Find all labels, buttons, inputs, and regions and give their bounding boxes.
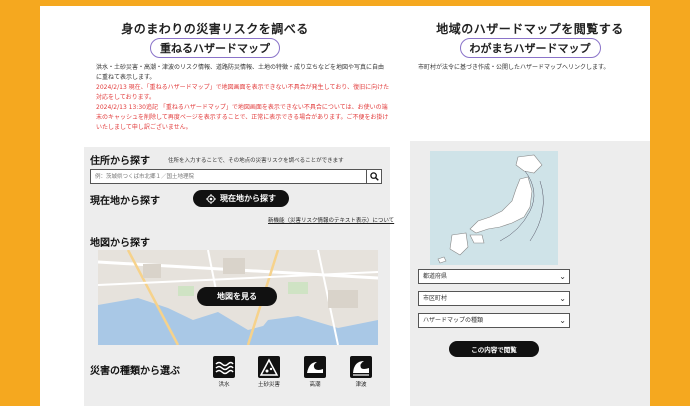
hazard-caption: 高潮 — [309, 382, 321, 388]
hazard-map-type-select[interactable]: ハザードマップの種類 ⌄ — [418, 313, 570, 328]
notice-text: 2024/2/13 現在、「重ねるハザードマップ」で地図画面を表示できない不具合… — [96, 83, 390, 133]
chevron-down-icon: ⌄ — [559, 316, 566, 325]
local-hazard-section: 地域のハザードマップを閲覧する わがまちハザードマップ 市町村が法令に基づき作成… — [410, 6, 650, 406]
notice-line: 2024/2/13 13:30追記 「重ねるハザードマップ」で地図画面を表示でき… — [96, 104, 389, 131]
new-feature-link[interactable]: 新機能（災害リスク情報のテキスト表示）について — [268, 216, 394, 224]
address-search-heading: 住所から探す — [90, 156, 150, 167]
tsunami-icon — [350, 356, 372, 378]
hazard-flood-button[interactable]: 洪水 — [209, 356, 239, 388]
page: 身のまわりの災害リスクを調べる 重ねるハザードマップ 洪水・土砂災害・高潮・津波… — [40, 6, 650, 406]
section-title: 地域のハザードマップを閲覧する — [436, 22, 624, 36]
search-button[interactable] — [366, 170, 381, 183]
current-location-button-label: 現在地から探す — [220, 194, 276, 203]
address-search-box — [90, 169, 382, 184]
prefecture-select[interactable]: 都道府県 ⌄ — [418, 269, 570, 284]
hazard-storm-surge-button[interactable]: 高潮 — [300, 356, 330, 388]
flood-icon — [213, 356, 235, 378]
prefecture-select-value: 都道府県 — [423, 273, 448, 280]
hazard-landslide-button[interactable]: 土砂災害 — [254, 356, 284, 388]
local-hazard-map-link[interactable]: わがまちハザードマップ — [459, 38, 601, 58]
map-search-heading: 地図から探す — [90, 238, 150, 249]
landslide-icon — [258, 356, 280, 378]
locate-icon — [206, 193, 216, 204]
browse-button[interactable]: この内容で閲覧 — [449, 341, 539, 357]
address-search-help: 住所を入力することで、その地点の災害リスクを調べることができます — [168, 158, 344, 164]
current-location-heading: 現在地から探す — [90, 196, 160, 207]
section-description: 洪水・土砂災害・高潮・津波のリスク情報、道路防災情報、土地の特徴・成り立ちなどを… — [96, 64, 385, 81]
hazard-caption: 洪水 — [218, 382, 230, 388]
chevron-down-icon: ⌄ — [559, 272, 566, 281]
chevron-down-icon: ⌄ — [559, 294, 566, 303]
japan-map[interactable] — [430, 151, 558, 265]
municipality-select-value: 市区町村 — [423, 295, 448, 302]
view-map-button[interactable]: 地図を見る — [197, 287, 277, 306]
section-description: 市町村が法令に基づき作成・公開したハザードマップへリンクします。 — [418, 64, 610, 71]
japan-map-graphic — [430, 151, 558, 265]
hazard-type-heading: 災害の種類から選ぶ — [90, 366, 180, 377]
search-icon — [370, 172, 379, 181]
section-title: 身のまわりの災害リスクを調べる — [121, 22, 309, 36]
hazard-tsunami-button[interactable]: 津波 — [346, 356, 376, 388]
storm-surge-icon — [304, 356, 326, 378]
local-search-panel: 都道府県 ⌄ 市区町村 ⌄ ハザードマップの種類 ⌄ この内容で閲覧 — [410, 141, 650, 406]
notice-line: 2024/2/13 現在、「重ねるハザードマップ」で地図画面を表示できない不具合… — [96, 84, 390, 101]
overlay-hazard-section: 身のまわりの災害リスクを調べる 重ねるハザードマップ 洪水・土砂災害・高潮・津波… — [40, 6, 394, 406]
hazard-caption: 津波 — [355, 382, 367, 388]
hazard-map-type-select-value: ハザードマップの種類 — [423, 317, 484, 324]
current-location-button[interactable]: 現在地から探す — [193, 190, 289, 207]
search-panel: 住所から探す 住所を入力することで、その地点の災害リスクを調べることができます … — [84, 147, 394, 406]
municipality-select[interactable]: 市区町村 ⌄ — [418, 291, 570, 306]
hazard-caption: 土砂災害 — [257, 382, 280, 388]
address-search-input[interactable] — [91, 170, 366, 183]
overlay-hazard-map-link[interactable]: 重ねるハザードマップ — [150, 38, 280, 58]
